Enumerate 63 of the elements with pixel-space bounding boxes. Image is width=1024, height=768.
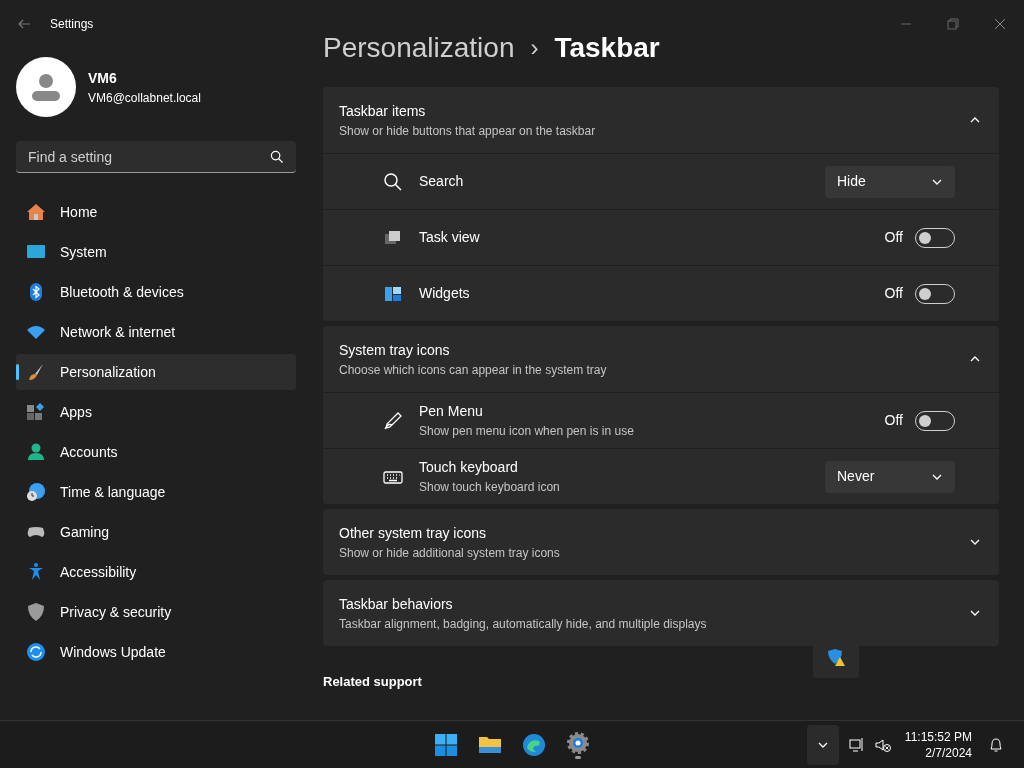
section-title: System tray icons	[339, 340, 451, 360]
toggle-state-label: Off	[884, 411, 903, 430]
section-subtitle: Show or hide buttons that appear on the taskbar	[339, 122, 597, 140]
gear-icon	[566, 731, 590, 755]
search-field[interactable]: Find a setting	[16, 141, 296, 173]
section-heading: Related support	[323, 673, 423, 691]
windows-logo-icon	[434, 733, 458, 757]
sidebar-item[interactable]: Bluetooth & devices	[16, 274, 296, 310]
section-title: Taskbar behaviors	[339, 594, 454, 614]
sidebar-item[interactable]: System	[16, 234, 296, 270]
sidebar-item[interactable]: Accessibility	[16, 554, 296, 590]
shield-warning-icon	[826, 648, 846, 668]
breadcrumb-parent[interactable]: Personalization	[323, 27, 515, 69]
sidebar-item[interactable]: Apps	[16, 394, 296, 430]
person-icon	[26, 442, 46, 462]
browser-icon	[522, 733, 546, 757]
bell-icon[interactable]	[988, 736, 1004, 753]
search-icon[interactable]	[270, 150, 284, 164]
speaker-muted-icon[interactable]	[874, 736, 891, 753]
page-title: Taskbar	[554, 31, 660, 65]
account-email: VM6@collabnet.local	[88, 89, 201, 107]
network-icon[interactable]	[848, 736, 865, 753]
sync-icon	[26, 642, 46, 662]
account-name: VM6	[88, 68, 118, 88]
house-icon	[26, 202, 46, 222]
breadcrumb-separator: ›	[530, 33, 539, 63]
sidebar-item[interactable]: Home	[16, 194, 296, 230]
sidebar-item[interactable]: Time & language	[16, 474, 296, 510]
setting-description: Show pen menu icon when pen is in use	[419, 423, 635, 440]
window-title: Settings	[50, 16, 94, 33]
section-header[interactable]: Taskbar behaviors Taskbar alignment, badging, automatically hide, and multiple displays	[323, 580, 999, 646]
section-header[interactable]: Other system tray icons Show or hide additional system tray icons	[323, 509, 999, 575]
section-subtitle: Choose which icons can appear in the system tray	[339, 361, 608, 379]
section-title: Other system tray icons	[339, 523, 488, 543]
section-header[interactable]: Taskbar items Show or hide buttons that appear on the taskbar	[323, 87, 999, 153]
section-header[interactable]: System tray icons Choose which icons can appear in the system tray	[323, 326, 999, 392]
sidebar-item[interactable]: Gaming	[16, 514, 296, 550]
toggle-state-label: Off	[884, 228, 903, 247]
setting-label: Pen Menu	[419, 402, 484, 421]
globe-clock-icon	[26, 482, 46, 502]
dropdown[interactable]: Hide	[825, 165, 955, 198]
section-title: Taskbar items	[339, 101, 427, 121]
pen-icon	[383, 410, 403, 431]
setting-label: Search	[419, 172, 465, 191]
sidebar-item[interactable]: Privacy & security	[16, 594, 296, 630]
setting-label: Touch keyboard	[419, 458, 519, 477]
avatar	[16, 57, 76, 117]
search-icon	[383, 171, 403, 192]
apps-icon	[26, 402, 46, 422]
dropdown[interactable]: Never	[825, 460, 955, 493]
sidebar-item[interactable]: Personalization	[16, 354, 296, 390]
setting-description: Show touch keyboard icon	[419, 479, 561, 496]
sidebar-item[interactable]: Accounts	[16, 434, 296, 470]
close-icon[interactable]	[994, 18, 1006, 30]
sidebar-item[interactable]: Network & internet	[16, 314, 296, 350]
clock[interactable]: 11:15:52 PM 2/7/2024	[904, 728, 972, 761]
toggle-state-label: Off	[884, 284, 903, 303]
shield-icon	[26, 602, 46, 622]
section-subtitle: Show or hide additional system tray icons	[339, 544, 561, 562]
sidebar-item[interactable]: Windows Update	[16, 634, 296, 670]
section-subtitle: Taskbar alignment, badging, automatically hide, and multiple displays	[339, 615, 708, 633]
setting-label: Task view	[419, 228, 481, 247]
setting-label: Widgets	[419, 284, 471, 303]
